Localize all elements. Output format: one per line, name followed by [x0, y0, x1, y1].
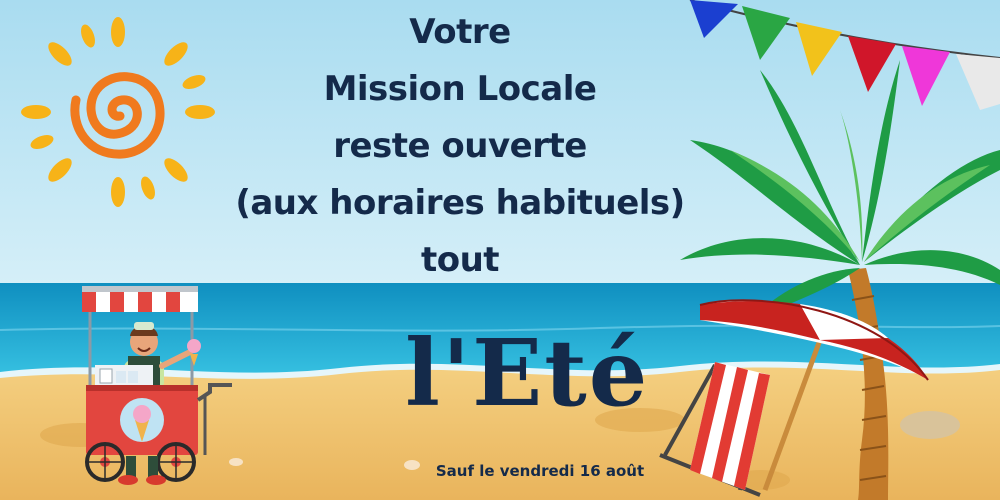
- headline: Votre Mission Locale reste ouverte (aux …: [200, 4, 720, 289]
- exception-note: Sauf le vendredi 16 août: [435, 462, 645, 480]
- summer-poster: Votre Mission Locale reste ouverte (aux …: [0, 0, 1000, 500]
- headline-line-4: (aux horaires habituels): [235, 183, 685, 223]
- headline-line-1: Votre: [409, 12, 511, 52]
- sun-icon: [21, 17, 215, 207]
- headline-line-2: Mission Locale: [323, 69, 597, 109]
- season-title: l'Eté: [405, 319, 650, 427]
- headline-line-3: reste ouverte: [333, 126, 587, 166]
- headline-line-5: tout: [420, 240, 500, 280]
